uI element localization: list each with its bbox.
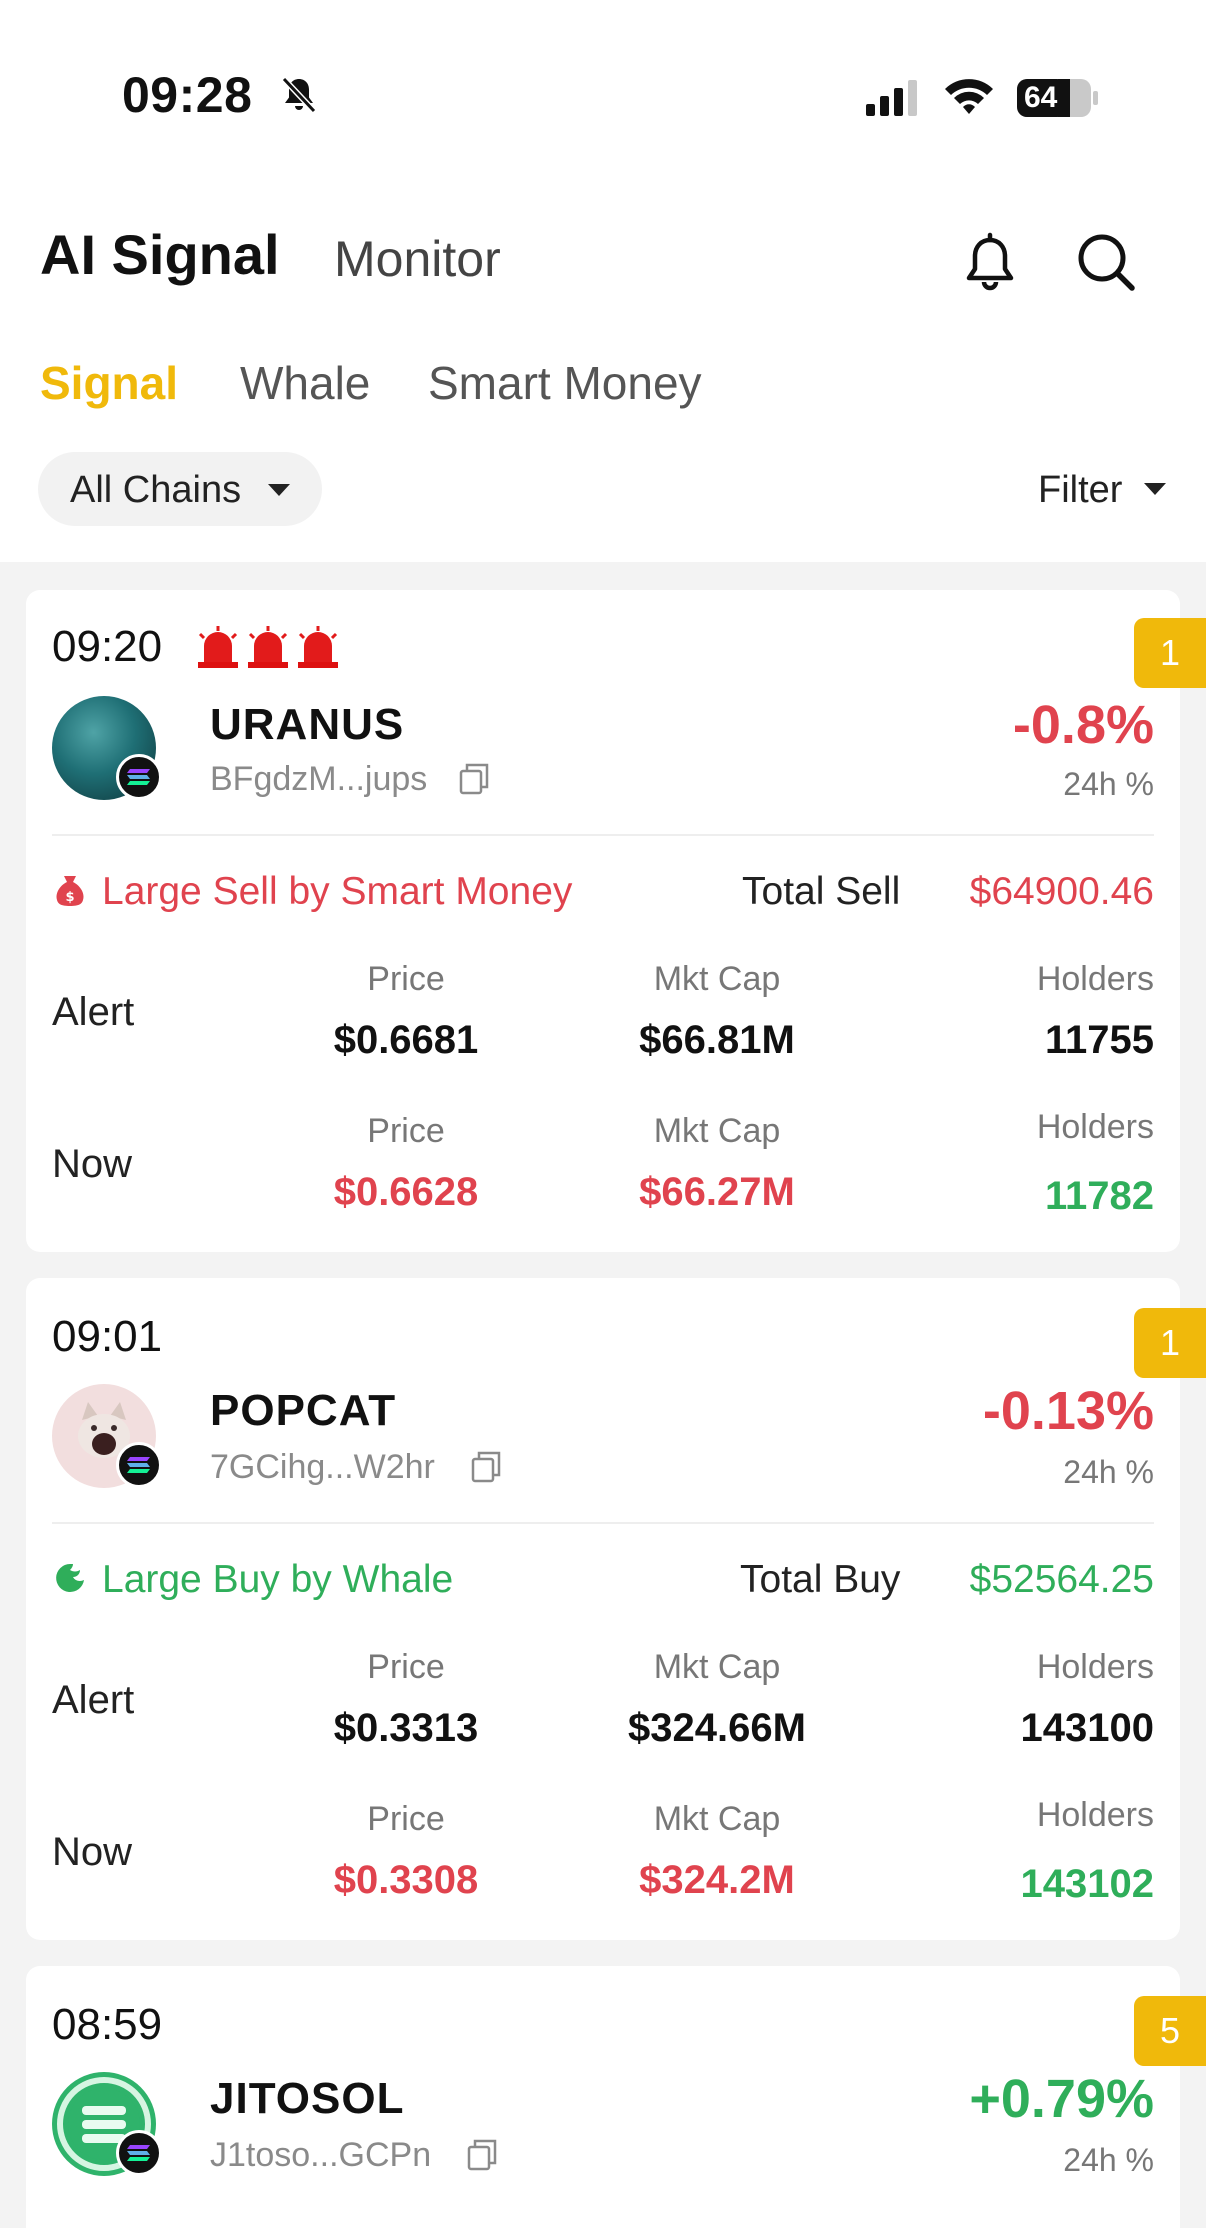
token-name: JITOSOL [210, 2074, 405, 2123]
divider [52, 1522, 1154, 1524]
price-change-label: 24h % [1063, 2142, 1154, 2178]
wifi-icon [945, 79, 993, 114]
price-change: +0.79% [969, 2069, 1154, 2129]
battery-level: 64 [1024, 81, 1058, 114]
battery-icon: 64 [1016, 78, 1100, 118]
copy-icon[interactable] [466, 2138, 498, 2172]
price-change-label: 24h % [1063, 766, 1154, 802]
now-mkt-cap: $66.27M [639, 1170, 795, 1214]
money-bag-icon: $ [56, 876, 84, 906]
page-title: AI Signal [40, 223, 280, 286]
now-row-label: Now [52, 1830, 133, 1874]
solana-chain-icon [116, 1442, 162, 1488]
now-row-label: Now [52, 1142, 133, 1186]
rank-badge: 5 [1134, 1996, 1206, 2066]
holders-label: Holders [1036, 1796, 1154, 1834]
tab-signal[interactable]: Signal [40, 356, 178, 410]
price-label: Price [367, 1800, 445, 1838]
notification-bell-icon[interactable] [960, 232, 1020, 294]
whale-icon [56, 1564, 84, 1592]
price-label: Price [367, 1112, 445, 1150]
alert-holders: 11755 [1044, 1018, 1154, 1062]
mkt-cap-label: Mkt Cap [653, 960, 781, 998]
signal-card[interactable]: 1 09:01 POPCAT 7GCihg...W2hr -0.13% 24h … [26, 1278, 1206, 1940]
signal-time: 09:20 [52, 622, 163, 671]
monitor-tab[interactable]: Monitor [334, 230, 501, 288]
total-label: Total Sell [742, 870, 901, 913]
alert-mkt-cap: $66.81M [639, 1018, 795, 1062]
siren-icon [198, 626, 338, 668]
filter-button[interactable]: Filter [1038, 469, 1166, 512]
alert-price: $0.3313 [333, 1706, 479, 1750]
tab-smart-money[interactable]: Smart Money [428, 356, 702, 410]
total-value: $64900.46 [969, 870, 1154, 913]
holders-label: Holders [1036, 960, 1154, 998]
svg-text:$: $ [65, 890, 74, 905]
now-price: $0.3308 [333, 1858, 479, 1902]
signal-card[interactable]: 1 09:20 URANUS BFgdzM...jups -0.8% 24h %… [26, 590, 1206, 1252]
chain-filter-label: All Chains [70, 469, 242, 511]
token-address: J1toso...GCPn [210, 2136, 432, 2174]
now-price: $0.6628 [333, 1170, 479, 1214]
alert-holders: 143100 [1020, 1706, 1154, 1750]
event-label: Large Buy by Whale [102, 1558, 454, 1601]
solana-chain-icon [116, 754, 162, 800]
signal-time: 09:01 [52, 1312, 163, 1361]
copy-icon[interactable] [470, 1450, 502, 1484]
alert-price: $0.6681 [333, 1018, 479, 1062]
status-time: 09:28 [122, 67, 253, 123]
now-holders: 11782 [1044, 1174, 1154, 1218]
mkt-cap-label: Mkt Cap [653, 1648, 781, 1686]
signal-card[interactable]: 5 08:59 JITOSOL J1toso...GCPn +0.79% 24h… [26, 1966, 1206, 2228]
token-address: 7GCihg...W2hr [210, 1448, 435, 1486]
price-change: -0.13% [982, 1381, 1154, 1441]
divider [52, 834, 1154, 836]
alert-mkt-cap: $324.66M [628, 1706, 806, 1750]
alert-row-label: Alert [52, 990, 135, 1034]
price-label: Price [367, 1648, 445, 1686]
signal-time: 08:59 [52, 2000, 163, 2049]
now-mkt-cap: $324.2M [639, 1858, 795, 1902]
price-label: Price [367, 960, 445, 998]
holders-label: Holders [1036, 1108, 1154, 1146]
cellular-signal-icon [866, 80, 917, 116]
top-section: 09:28 64 AI Signal Monitor Signal Whale … [0, 0, 1206, 562]
total-label: Total Buy [740, 1558, 901, 1601]
filter-label: Filter [1038, 469, 1123, 511]
rank-badge: 1 [1134, 1308, 1206, 1378]
rank-badge: 1 [1134, 618, 1206, 688]
mkt-cap-label: Mkt Cap [653, 1800, 781, 1838]
chevron-down-icon [268, 484, 290, 496]
token-address: BFgdzM...jups [210, 760, 428, 798]
mkt-cap-label: Mkt Cap [653, 1112, 781, 1150]
total-value: $52564.25 [969, 1558, 1154, 1601]
tab-whale[interactable]: Whale [240, 356, 370, 410]
price-change-label: 24h % [1063, 1454, 1154, 1490]
chain-filter-dropdown[interactable]: All Chains [38, 452, 322, 526]
token-name: URANUS [210, 700, 405, 749]
search-icon[interactable] [1074, 230, 1138, 294]
copy-icon[interactable] [458, 762, 490, 796]
now-holders: 143102 [1020, 1862, 1154, 1906]
bell-muted-icon [281, 76, 317, 114]
holders-label: Holders [1036, 1648, 1154, 1686]
solana-chain-icon [116, 2130, 162, 2176]
event-label: Large Sell by Smart Money [102, 870, 573, 913]
alert-row-label: Alert [52, 1678, 135, 1722]
price-change: -0.8% [1012, 695, 1154, 755]
token-name: POPCAT [210, 1386, 397, 1435]
chevron-down-icon [1144, 483, 1166, 495]
